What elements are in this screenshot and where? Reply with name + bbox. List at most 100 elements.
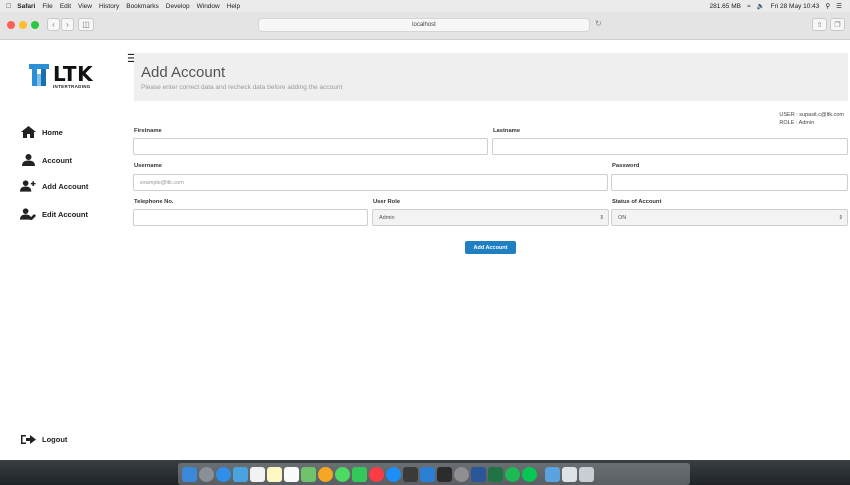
close-window-button[interactable] [7, 21, 15, 29]
share-button[interactable]: ⇧ [812, 18, 827, 31]
apple-icon[interactable]:  [6, 3, 11, 10]
forward-button[interactable]: › [61, 18, 74, 31]
terminal-icon[interactable] [437, 466, 452, 482]
downloads-icon[interactable] [562, 466, 577, 482]
logo-text: LTK [53, 62, 94, 86]
facetime-icon[interactable] [352, 466, 367, 482]
home-icon [20, 126, 36, 138]
spotify-icon[interactable] [505, 466, 520, 482]
user-info: USER : supasit.c@ltk.com ROLE : Admin [779, 111, 844, 127]
sidebar: LTK INTERTRADING Home Account Add Accoun… [0, 40, 121, 460]
finder-icon[interactable] [182, 466, 197, 482]
system-preferences-icon[interactable] [454, 466, 469, 482]
clock[interactable]: Fri 28 May 10:43 [771, 3, 820, 10]
user-plus-icon [20, 180, 36, 192]
browser-toolbar: ‹ › ◫ localhost ↻ ⇧ ❐ [0, 12, 850, 40]
password-input[interactable] [611, 174, 848, 191]
user-icon [20, 154, 36, 166]
word-icon[interactable] [471, 466, 486, 482]
volume-icon[interactable]: 🔈 [757, 2, 765, 10]
menu-view[interactable]: View [78, 3, 92, 10]
user-role-select[interactable]: Admin ⇕ [372, 209, 609, 226]
music-icon[interactable] [369, 466, 384, 482]
firstname-label: Firstname [134, 128, 162, 134]
back-button[interactable]: ‹ [47, 18, 60, 31]
logout-icon [20, 434, 36, 445]
menu-window[interactable]: Window [197, 3, 220, 10]
macos-menubar:  Safari File Edit View History Bookmark… [0, 0, 850, 12]
page-header: Add Account Please enter correct data an… [134, 53, 848, 101]
menu-help[interactable]: Help [227, 3, 240, 10]
page-title: Add Account [141, 64, 226, 81]
notes-icon[interactable] [267, 466, 282, 482]
sidebar-item-account[interactable]: Account [20, 154, 72, 166]
menu-file[interactable]: File [42, 3, 52, 10]
menu-app-name[interactable]: Safari [17, 3, 35, 10]
menu-bookmarks[interactable]: Bookmarks [126, 3, 159, 10]
firstname-input[interactable] [133, 138, 488, 155]
messages-icon[interactable] [335, 466, 350, 482]
telephone-label: Telephone No. [134, 199, 174, 205]
username-label: Username [134, 163, 163, 169]
macos-dock [178, 463, 690, 485]
username-input[interactable]: example@ltk.com [133, 174, 608, 191]
maps-icon[interactable] [301, 466, 316, 482]
main-content: ☰ Add Account Please enter correct data … [121, 40, 850, 460]
status-value: ON [618, 214, 627, 221]
menu-edit[interactable]: Edit [60, 3, 71, 10]
sidebar-item-label: Home [42, 127, 63, 137]
logo-subtext: INTERTRADING [53, 84, 91, 89]
app-store-icon[interactable] [386, 466, 401, 482]
user-role-label: User Role [373, 199, 401, 205]
ltk-logo: LTK INTERTRADING [27, 62, 107, 102]
reload-icon[interactable]: ↻ [595, 19, 602, 28]
logout-button[interactable]: Logout [20, 434, 67, 445]
sidebar-item-home[interactable]: Home [20, 126, 63, 138]
lastname-label: Lastname [493, 128, 521, 134]
select-arrow-icon: ⇕ [599, 214, 604, 221]
vscode-icon[interactable] [420, 466, 435, 482]
wifi-icon[interactable]: ≈ [747, 3, 751, 10]
menubar-status: 281.65 MB ≈ 🔈 Fri 28 May 10:43 ⚲ ☰ [704, 0, 842, 12]
status-select[interactable]: ON ⇕ [611, 209, 848, 226]
select-arrow-icon: ⇕ [838, 214, 843, 221]
user-edit-icon [20, 208, 36, 220]
menu-develop[interactable]: Develop [166, 3, 190, 10]
excel-icon[interactable] [488, 466, 503, 482]
telephone-input[interactable] [133, 209, 368, 226]
add-account-button[interactable]: Add Account [465, 241, 516, 254]
sidebar-item-label: Edit Account [42, 209, 88, 219]
user-role: ROLE : Admin [779, 120, 815, 126]
status-label: Status of Account [612, 199, 662, 205]
mail-icon[interactable] [233, 466, 248, 482]
lastname-input[interactable] [492, 138, 848, 155]
trash-icon[interactable] [579, 466, 594, 482]
sidebar-item-label: Account [42, 155, 72, 165]
minimize-window-button[interactable] [19, 21, 27, 29]
menu-history[interactable]: History [99, 3, 119, 10]
search-icon[interactable]: ⚲ [825, 2, 830, 10]
github-icon[interactable] [403, 466, 418, 482]
user-role-value: Admin [379, 214, 395, 221]
line-icon[interactable] [522, 466, 537, 482]
reminders-icon[interactable] [284, 466, 299, 482]
safari-icon[interactable] [216, 466, 231, 482]
memory-readout: 281.65 MB [709, 2, 741, 10]
ltk-logo-icon [29, 64, 49, 86]
calendar-icon[interactable] [250, 466, 265, 482]
photos-icon[interactable] [318, 466, 333, 482]
menu-list-icon[interactable]: ☰ [836, 2, 842, 10]
address-bar[interactable]: localhost [258, 18, 590, 32]
page-subtitle: Please enter correct data and recheck da… [141, 84, 343, 91]
sidebar-item-label: Add Account [42, 181, 89, 191]
launchpad-icon[interactable] [199, 466, 214, 482]
sidebar-item-add-account[interactable]: Add Account [20, 180, 88, 192]
sidebar-item-edit-account[interactable]: Edit Account [20, 208, 88, 220]
logout-label: Logout [42, 435, 68, 444]
folder-icon[interactable] [545, 466, 560, 482]
sidebar-toggle-button[interactable]: ◫ [78, 18, 94, 31]
user-email: USER : supasit.c@ltk.com [779, 112, 844, 118]
tabs-overview-button[interactable]: ❐ [830, 18, 845, 31]
password-label: Password [612, 163, 640, 169]
zoom-window-button[interactable] [31, 21, 39, 29]
